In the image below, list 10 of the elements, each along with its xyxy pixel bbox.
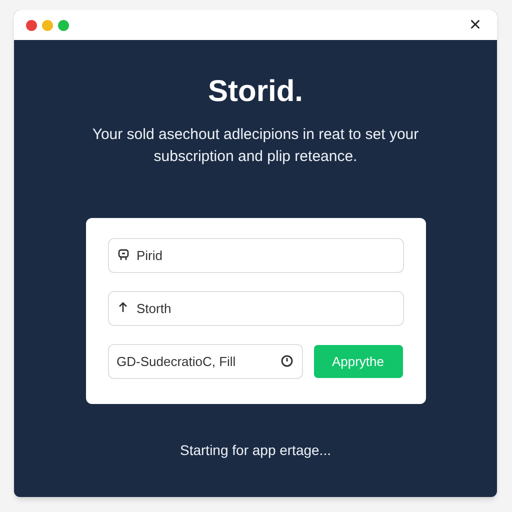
description-text: Your sold asechout adlecipions in reat to set your subscription and plip reteance. [91,125,420,167]
app-title: Storid. [208,74,303,110]
status-text: Starting for app ertage... [180,441,331,460]
input-field[interactable]: Storth [108,291,404,326]
arrow-up-icon [118,302,128,313]
clock-icon [280,355,292,367]
close-button[interactable]: × [465,15,485,35]
badge-icon [118,249,128,261]
input-field[interactable]: Pirid [108,238,404,273]
code-field[interactable]: GD-SudecratioC, Fill [108,344,302,379]
